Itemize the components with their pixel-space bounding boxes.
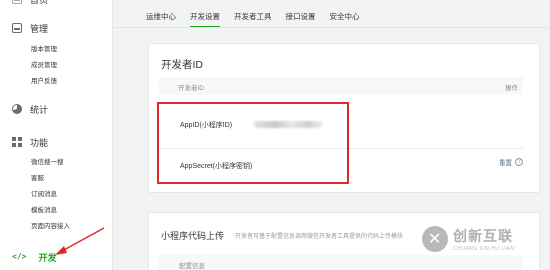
tab-dev-settings[interactable]: 开发设置 xyxy=(190,10,220,28)
pie-chart-icon xyxy=(12,104,22,114)
sidebar-dev-label: 开发 xyxy=(38,252,57,263)
tab-bar: 运维中心 开发设置 开发者工具 接口设置 安全中心 xyxy=(146,10,374,28)
tab-divider xyxy=(113,27,550,28)
table-header: 配置信息 xyxy=(159,255,523,270)
tab-security-center[interactable]: 安全中心 xyxy=(330,10,360,26)
sidebar-section-label: 功能 xyxy=(30,137,49,148)
highlight-box xyxy=(157,102,349,184)
sidebar-item-version-management[interactable]: 版本管理 xyxy=(0,42,113,58)
column-header-id: 开发者ID xyxy=(178,85,204,92)
sidebar-item-user-feedback[interactable]: 用户反馈 xyxy=(0,74,113,90)
watermark-logo-icon xyxy=(422,226,448,252)
column-header-config: 配置信息 xyxy=(179,263,205,270)
panel-title: 小程序代码上传 xyxy=(161,231,225,241)
sidebar-item-member-management[interactable]: 成员管理 xyxy=(0,58,113,74)
sidebar-section-statistics[interactable]: 统计 xyxy=(0,100,113,118)
column-header-action: 操作 xyxy=(505,85,518,92)
sidebar-section-label: 统计 xyxy=(30,104,49,115)
sidebar-item-template-message[interactable]: 模板消息 xyxy=(0,203,113,219)
panel-title: 开发者ID xyxy=(161,59,203,71)
table-header: 开发者ID 操作 xyxy=(159,77,523,95)
sidebar-home-label: 首页 xyxy=(30,0,48,6)
watermark-sub-text: CHUANG XIN HU LIAN xyxy=(453,246,515,252)
reset-link[interactable]: 重置 xyxy=(499,157,512,167)
reset-action: 重置 ? xyxy=(499,157,523,167)
panel-description: 开发者可基于配置信息调用微信开发者工具提供的代码上传模块 xyxy=(235,234,404,240)
help-icon[interactable]: ? xyxy=(515,158,523,166)
tab-dev-tools[interactable]: 开发者工具 xyxy=(234,10,272,26)
sidebar-section-development[interactable]: </> 开发 xyxy=(0,248,113,266)
sidebar-item-wechat-search[interactable]: 微信搜一搜 xyxy=(0,155,113,171)
code-icon: </> xyxy=(12,252,27,261)
inbox-icon xyxy=(12,23,22,33)
sidebar-section-features[interactable]: 功能 xyxy=(0,133,113,151)
sidebar-item-subscribe-message[interactable]: 订阅消息 xyxy=(0,187,113,203)
watermark: 创新互联 CHUANG XIN HU LIAN xyxy=(422,226,515,252)
watermark-main-text: 创新互联 xyxy=(453,228,513,244)
watermark-text: 创新互联 CHUANG XIN HU LIAN xyxy=(453,226,515,252)
sidebar-item-customer-service[interactable]: 客服 xyxy=(0,171,113,187)
sidebar-section-label: 管理 xyxy=(30,23,49,34)
sidebar-item-home[interactable]: 首页 xyxy=(0,0,113,8)
sidebar-item-page-content[interactable]: 页面内容接入 xyxy=(0,219,113,235)
sidebar: 首页 管理 版本管理 成员管理 用户反馈 统计 功能 微信搜一搜 客服 订阅消息… xyxy=(0,0,113,270)
home-icon xyxy=(12,0,22,4)
grid-icon xyxy=(12,137,22,147)
sidebar-section-management[interactable]: 管理 xyxy=(0,19,113,37)
tab-api-settings[interactable]: 接口设置 xyxy=(286,10,316,26)
tab-ops-center[interactable]: 运维中心 xyxy=(146,10,176,26)
